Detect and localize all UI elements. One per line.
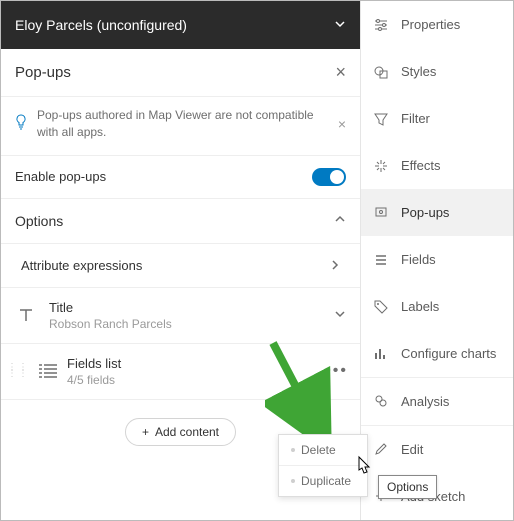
panel-title-row: Pop-ups × [1,49,360,97]
analysis-icon [373,394,389,408]
sidebar-item-properties[interactable]: Properties [361,1,513,48]
info-banner: Pop-ups authored in Map Viewer are not c… [1,97,360,156]
panel-title: Pop-ups [15,64,335,81]
drag-handle-icon[interactable]: ⋮⋮⋮⋮ [7,365,29,377]
enable-popups-toggle[interactable] [312,168,346,186]
options-icon[interactable]: ••• [321,362,352,380]
enable-popups-row: Enable pop-ups [1,156,360,199]
tag-icon [373,300,389,314]
fields-label: Fields list [67,356,313,371]
chevron-down-icon[interactable] [334,17,346,33]
context-menu-label: Duplicate [301,474,351,488]
title-value: Robson Ranch Parcels [49,317,322,331]
chevron-right-icon [330,258,340,273]
fields-list-icon [37,363,59,379]
popup-icon [373,206,389,220]
plus-icon: + [142,425,149,439]
sidebar-item-labels[interactable]: Labels [361,283,513,330]
sparkle-icon [373,159,389,173]
tooltip: Options [378,475,437,499]
filter-icon [373,112,389,126]
dismiss-info-icon[interactable]: × [338,116,346,132]
layer-title: Eloy Parcels (unconfigured) [15,17,334,33]
sidebar-item-label: Properties [401,17,460,32]
chevron-down-icon[interactable] [334,308,346,323]
sidebar-item-filter[interactable]: Filter [361,95,513,142]
side-panel: Properties Styles Filter Effects Pop-ups [361,1,513,520]
attribute-expressions-item[interactable]: Attribute expressions [1,244,360,288]
add-content-label: Add content [155,425,219,439]
pencil-icon [373,442,389,456]
title-icon [15,304,37,326]
sidebar-item-analysis[interactable]: Analysis [361,378,513,425]
sidebar-item-popups[interactable]: Pop-ups [361,189,513,236]
context-menu-duplicate[interactable]: Duplicate [279,466,367,496]
enable-popups-label: Enable pop-ups [15,169,312,184]
fields-block: Fields list 4/5 fields [67,356,313,387]
sidebar-item-label: Configure charts [401,346,496,361]
chevron-up-icon [334,213,346,228]
sidebar-item-label: Analysis [401,394,449,409]
chart-icon [373,347,389,361]
fields-count: 4/5 fields [67,373,313,387]
fields-list-card[interactable]: ⋮⋮⋮⋮ Fields list 4/5 fields ••• [1,344,360,400]
title-block: Title Robson Ranch Parcels [49,300,322,331]
context-menu: Delete Duplicate [278,434,368,497]
lightbulb-icon [15,114,27,133]
add-content-button[interactable]: + Add content [125,418,236,446]
bullet-icon [291,448,295,452]
sidebar-item-label: Labels [401,299,439,314]
title-label: Title [49,300,322,315]
sidebar-item-label: Filter [401,111,430,126]
sidebar-item-label: Fields [401,252,436,267]
close-icon[interactable]: × [335,62,346,83]
sidebar-item-label: Effects [401,158,441,173]
app-root: Eloy Parcels (unconfigured) Pop-ups × Po… [0,0,514,521]
sidebar-item-styles[interactable]: Styles [361,48,513,95]
sidebar-item-label: Styles [401,64,436,79]
sliders-icon [373,18,389,32]
context-menu-delete[interactable]: Delete [279,435,367,466]
sidebar-item-label: Pop-ups [401,205,449,220]
attribute-expressions-label: Attribute expressions [21,258,330,273]
sidebar-item-label: Edit [401,442,423,457]
sidebar-item-effects[interactable]: Effects [361,142,513,189]
layer-header[interactable]: Eloy Parcels (unconfigured) [1,1,360,49]
options-label: Options [15,213,334,229]
context-menu-label: Delete [301,443,336,457]
title-card[interactable]: Title Robson Ranch Parcels [1,288,360,344]
bullet-icon [291,479,295,483]
list-icon [373,253,389,267]
shapes-icon [373,65,389,79]
info-text: Pop-ups authored in Map Viewer are not c… [37,107,328,141]
sidebar-item-configure-charts[interactable]: Configure charts [361,330,513,377]
sidebar-item-edit[interactable]: Edit [361,426,513,473]
sidebar-item-fields[interactable]: Fields [361,236,513,283]
options-section[interactable]: Options [1,199,360,244]
